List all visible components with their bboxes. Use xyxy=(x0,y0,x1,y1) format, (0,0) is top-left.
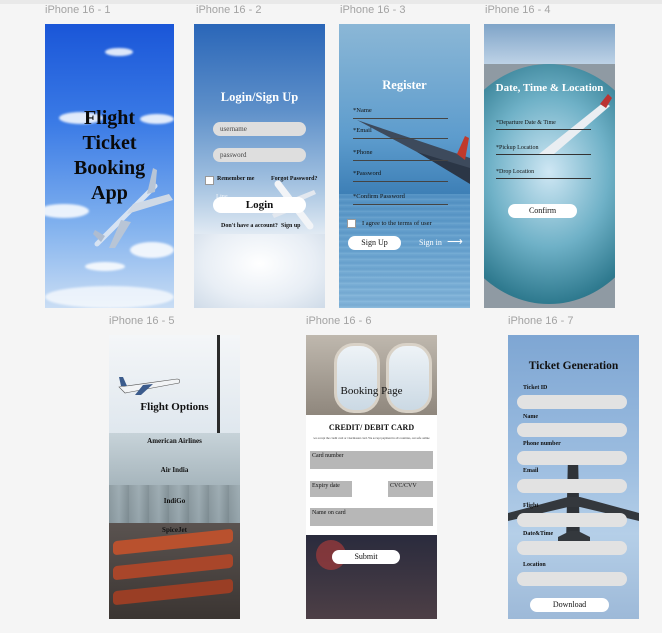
departure-field[interactable]: *Departure Date & Time xyxy=(496,120,591,130)
datetime-label: Date&Time xyxy=(523,531,554,537)
confirm-button[interactable]: Confirm xyxy=(508,204,577,218)
signup-button[interactable]: Sign Up xyxy=(348,236,401,250)
option-air-india[interactable]: Air India xyxy=(109,466,240,474)
flight-field[interactable] xyxy=(517,513,627,527)
card-subtext: we accept the credit card or visa/master… xyxy=(313,436,430,440)
phone-label: Phone number xyxy=(523,441,561,447)
option-indigo[interactable]: IndiGo xyxy=(109,497,240,505)
app-title: Flight Ticket Booking App xyxy=(73,107,146,204)
booking-page-screen: Booking Page CREDIT/ DEBIT CARD we accep… xyxy=(306,335,437,619)
remember-checkbox[interactable] xyxy=(205,176,214,185)
name-on-card-input[interactable]: Name on card xyxy=(310,508,433,526)
location-field[interactable] xyxy=(517,572,627,586)
terms-label: I agree to the terms of user xyxy=(362,220,432,227)
email-field[interactable] xyxy=(517,479,627,493)
card-number-input[interactable]: Card number xyxy=(310,451,433,469)
login-button[interactable]: Login xyxy=(213,197,306,213)
register-screen: Register *Name *Email *Phone *Password *… xyxy=(339,24,470,308)
remember-label: Remember me xyxy=(217,176,255,182)
name-field[interactable] xyxy=(517,423,627,437)
username-input[interactable]: username xyxy=(213,122,306,136)
phone-field[interactable]: *Phone xyxy=(353,149,448,161)
page-title: Booking Page xyxy=(340,385,403,397)
ticket-generation-screen: Ticket Generation Ticket ID Name Phone n… xyxy=(508,335,639,619)
option-american-airlines[interactable]: American Airlines xyxy=(109,437,240,445)
frame-label-7: iPhone 16 - 7 xyxy=(508,315,574,327)
airplane-icon xyxy=(118,377,180,395)
ticket-id-field[interactable] xyxy=(517,395,627,409)
flight-options-screen: Flight Options American Airlines Air Ind… xyxy=(109,335,240,619)
phone-field[interactable] xyxy=(517,451,627,465)
confirm-password-field[interactable]: *Confirm Password xyxy=(353,193,448,205)
password-input[interactable]: password xyxy=(213,148,306,162)
drop-location-field[interactable]: *Drop Location xyxy=(496,169,591,179)
date-time-location-screen: Date, Time & Location *Departure Date & … xyxy=(484,24,615,308)
splash-screen[interactable]: Flight Ticket Booking App xyxy=(45,24,174,308)
page-title: Ticket Generation xyxy=(528,360,619,372)
terms-checkbox[interactable] xyxy=(347,219,356,228)
email-label: Email xyxy=(523,468,539,474)
option-spicejet[interactable]: SpiceJet xyxy=(109,526,240,534)
expiry-date-input[interactable]: Expiry date xyxy=(310,481,352,497)
frame-label-3: iPhone 16 - 3 xyxy=(340,4,406,16)
frame-label-2: iPhone 16 - 2 xyxy=(196,4,262,16)
datetime-field[interactable] xyxy=(517,541,627,555)
flight-label: Flight xyxy=(523,503,539,509)
frame-label-6: iPhone 16 - 6 xyxy=(306,315,372,327)
password-field[interactable]: *Password xyxy=(353,170,448,182)
frame-label-1: iPhone 16 - 1 xyxy=(45,4,111,16)
name-field[interactable]: *Name xyxy=(353,107,448,119)
ticket-id-label: Ticket ID xyxy=(523,385,548,391)
page-title: Login/Sign Up xyxy=(220,90,299,104)
arrow-right-icon[interactable]: ⟶ xyxy=(447,235,463,248)
page-title: Flight Options xyxy=(140,401,209,413)
page-title: Date, Time & Location xyxy=(495,82,604,94)
cvc-input[interactable]: CVC/CVV xyxy=(388,481,433,497)
card-heading: CREDIT/ DEBIT CARD xyxy=(328,423,415,432)
frame-label-5: iPhone 16 - 5 xyxy=(109,315,175,327)
submit-button[interactable]: Submit xyxy=(332,550,400,564)
pickup-location-field[interactable]: *Pickup Location xyxy=(496,145,591,155)
download-button[interactable]: Download xyxy=(530,598,609,612)
name-label: Name xyxy=(523,414,538,420)
signup-link[interactable]: Sign up xyxy=(281,223,301,229)
frame-label-4: iPhone 16 - 4 xyxy=(485,4,551,16)
no-account-text: Don't have a account? xyxy=(221,223,278,229)
forgot-password-link[interactable]: Forgot Password? xyxy=(271,176,318,182)
page-title: Register xyxy=(382,78,427,92)
signin-link[interactable]: Sign in xyxy=(419,238,442,247)
email-field[interactable]: *Email xyxy=(353,127,448,139)
login-screen: Login/Sign Up username password Remember… xyxy=(194,24,325,308)
location-label: Location xyxy=(523,562,546,568)
